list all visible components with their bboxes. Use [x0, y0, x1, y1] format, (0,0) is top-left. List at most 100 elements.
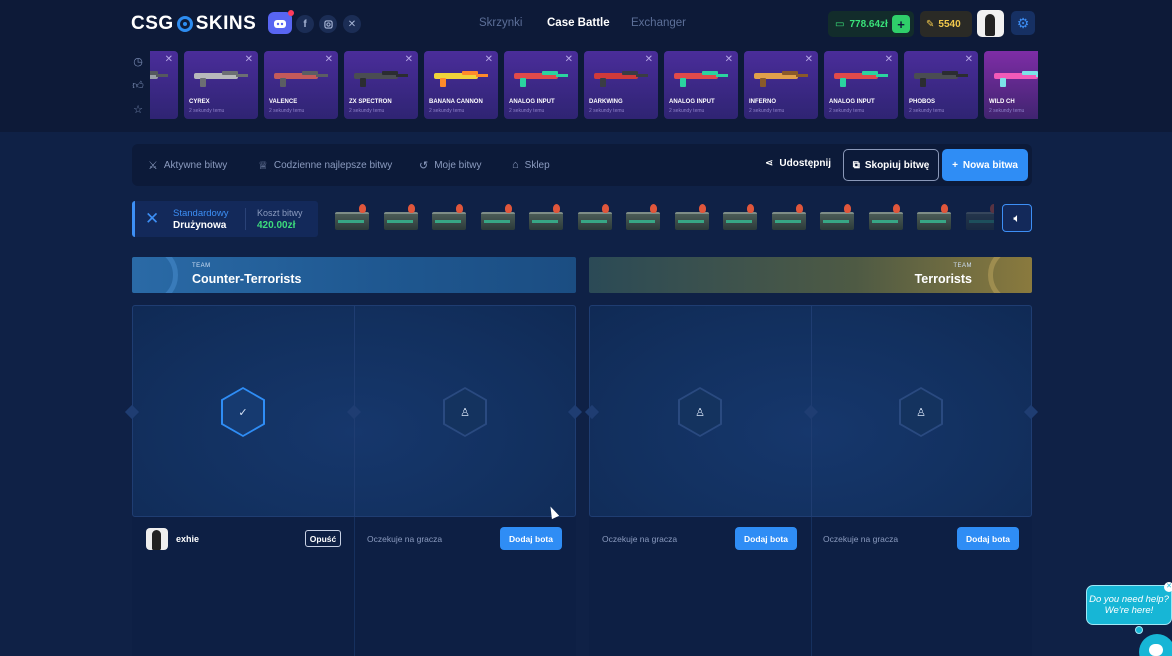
live-drop-card[interactable]: ✕ ZX SPECTRON 2 sekundy temu: [344, 51, 418, 119]
site-logo[interactable]: CSG SKINS: [131, 12, 256, 36]
live-drop-card[interactable]: ✕ DARKWING 2 sekundy temu: [584, 51, 658, 119]
chat-bubble-icon[interactable]: [1139, 634, 1172, 656]
battle-case-icon: [722, 202, 757, 234]
divider: [810, 517, 812, 656]
weapon-icon: [594, 71, 648, 87]
share-link[interactable]: ⋖ Udostępnij: [765, 158, 831, 169]
add-bot-button[interactable]: Dodaj bota: [735, 527, 797, 550]
copy-battle-button[interactable]: ⧉ Skopiuj bitwę: [843, 149, 939, 181]
team-t-header: TEAM Terrorists: [589, 257, 1032, 293]
weapon-icon: [514, 71, 568, 87]
logo-text-left: CSG: [131, 13, 174, 34]
battle-mode-info: ✕ Standardowy Drużynowa Koszt bitwy 420.…: [132, 201, 318, 237]
drop-name: BANANA CANNON: [429, 99, 483, 105]
discord-icon[interactable]: [268, 10, 294, 34]
weapon-icon: [150, 71, 168, 79]
close-icon[interactable]: ✕: [325, 54, 333, 65]
drop-time: 2 sekundy temu: [429, 108, 465, 114]
nav-skrzynki[interactable]: Skrzynki: [479, 17, 522, 29]
clock-icon[interactable]: ◷: [131, 55, 145, 69]
balance-display[interactable]: ▭ 778.64zł +: [828, 11, 914, 37]
drop-name: INFERNO: [749, 99, 776, 105]
battle-case-icon: [916, 202, 951, 234]
tab-active-battles[interactable]: ⚔ Aktywne bitwy: [148, 159, 227, 172]
nav-case-battle[interactable]: Case Battle: [547, 17, 610, 29]
coins-display[interactable]: ✎ 5540: [920, 11, 972, 37]
user-icon: ♙: [901, 389, 941, 435]
leave-button[interactable]: Opuść: [305, 530, 341, 547]
battle-case-icon: [334, 202, 369, 234]
drop-name: VALENCE: [269, 99, 298, 105]
close-icon[interactable]: ✕: [165, 54, 173, 65]
settings-gear-icon[interactable]: ⚙: [1011, 11, 1035, 35]
user-icon: ♙: [680, 389, 720, 435]
thumb-up-icon[interactable]: 👍︎: [131, 79, 145, 93]
live-drop-card[interactable]: ✕ VALENCE 2 sekundy temu: [264, 51, 338, 119]
tab-my-battles[interactable]: ↺ Moje bitwy: [419, 159, 481, 172]
help-line-1: Do you need help?: [1089, 594, 1169, 605]
player-name: exhie: [176, 534, 200, 544]
diamond-marker: [1023, 404, 1039, 420]
live-drop-card[interactable]: ✕ ANALOG INPUT 2 sekundy temu: [824, 51, 898, 119]
battle-case-icon: [383, 202, 418, 234]
cost-value: 420.00zł: [257, 220, 296, 231]
drop-time: 2 sekundy temu: [669, 108, 705, 114]
star-icon[interactable]: ☆: [131, 103, 145, 117]
close-icon[interactable]: ✕: [805, 54, 813, 65]
team-ct-header: TEAM Counter-Terrorists: [132, 257, 576, 293]
close-icon[interactable]: ✕: [245, 54, 253, 65]
drop-time: 2 sekundy temu: [349, 108, 385, 114]
add-bot-button[interactable]: Dodaj bota: [500, 527, 562, 550]
diamond-marker: [803, 404, 819, 420]
live-drop-card[interactable]: ✕ ANALOG INPUT 2 sekundy temu: [664, 51, 738, 119]
live-drop-card[interactable]: ✕OR... ...: [150, 51, 178, 119]
battle-toolbar: ⚔ Aktywne bitwy ♕ Codzienne najlepsze bi…: [132, 144, 1032, 186]
ct-player-slots: exhie Opuść Oczekuje na gracza Dodaj bot…: [132, 517, 576, 656]
sound-toggle-icon[interactable]: 🔈︎: [1002, 204, 1032, 232]
close-icon[interactable]: ✕: [485, 54, 493, 65]
top-header: CSG SKINS f ✕ Skrzynki Case Battle Excha…: [0, 0, 1172, 132]
facebook-icon[interactable]: f: [296, 15, 314, 33]
x-icon[interactable]: ✕: [343, 15, 361, 33]
live-drop-card[interactable]: ✕ PHOBOS 2 sekundy temu: [904, 51, 978, 119]
live-drop-card[interactable]: ✕ INFERNO 2 sekundy temu: [744, 51, 818, 119]
live-drop-card[interactable]: ✕ BANANA CANNON 2 sekundy temu: [424, 51, 498, 119]
close-icon[interactable]: ✕: [645, 54, 653, 65]
cost-label: Koszt bitwy: [257, 208, 303, 218]
battle-case-icon: [819, 202, 854, 234]
drop-time: 2 sekundy temu: [749, 108, 785, 114]
player-slot-hex-empty: ♙: [443, 387, 487, 437]
notification-dot: [288, 10, 294, 16]
team-t-name: Terrorists: [914, 272, 972, 286]
close-icon[interactable]: ✕: [405, 54, 413, 65]
close-icon[interactable]: ✕: [565, 54, 573, 65]
tab-daily-best[interactable]: ♕ Codzienne najlepsze bitwy: [258, 159, 392, 172]
close-icon[interactable]: ✕: [1164, 582, 1172, 592]
close-icon[interactable]: ✕: [725, 54, 733, 65]
nav-exchanger[interactable]: Exchanger: [631, 17, 686, 29]
t-arena: ♙ ♙: [584, 305, 1039, 517]
new-battle-button[interactable]: + Nowa bitwa: [942, 149, 1028, 181]
user-avatar[interactable]: [977, 10, 1004, 37]
instagram-icon[interactable]: [319, 15, 337, 33]
trophy-icon: ♕: [258, 160, 268, 172]
battle-case-icon: [674, 202, 709, 234]
battle-cases-row: [334, 202, 994, 236]
weapon-icon: [674, 71, 728, 87]
live-drop-card[interactable]: ✕ CYREX 2 sekundy temu: [184, 51, 258, 119]
tab-shop[interactable]: ⌂ Sklep: [512, 159, 550, 171]
live-drop-card[interactable]: ✕WILD CH2 sekundy temu: [984, 51, 1038, 119]
close-icon[interactable]: ✕: [965, 54, 973, 65]
crossed-swords-icon: ✕: [145, 209, 160, 228]
help-line-2: We're here!: [1104, 605, 1154, 616]
coin-icon: ✎: [926, 18, 935, 30]
help-bubble[interactable]: Do you need help? We're here! ✕: [1086, 582, 1172, 625]
deposit-plus-button[interactable]: +: [892, 15, 910, 33]
logo-ring-icon: [176, 16, 193, 32]
diamond-marker: [124, 404, 140, 420]
new-label: Nowa bitwa: [962, 159, 1018, 171]
live-drop-card[interactable]: ✕ ANALOG INPUT 2 sekundy temu: [504, 51, 578, 119]
close-icon[interactable]: ✕: [885, 54, 893, 65]
add-bot-button[interactable]: Dodaj bota: [957, 527, 1019, 550]
drop-time: 2 sekundy temu: [509, 108, 545, 114]
